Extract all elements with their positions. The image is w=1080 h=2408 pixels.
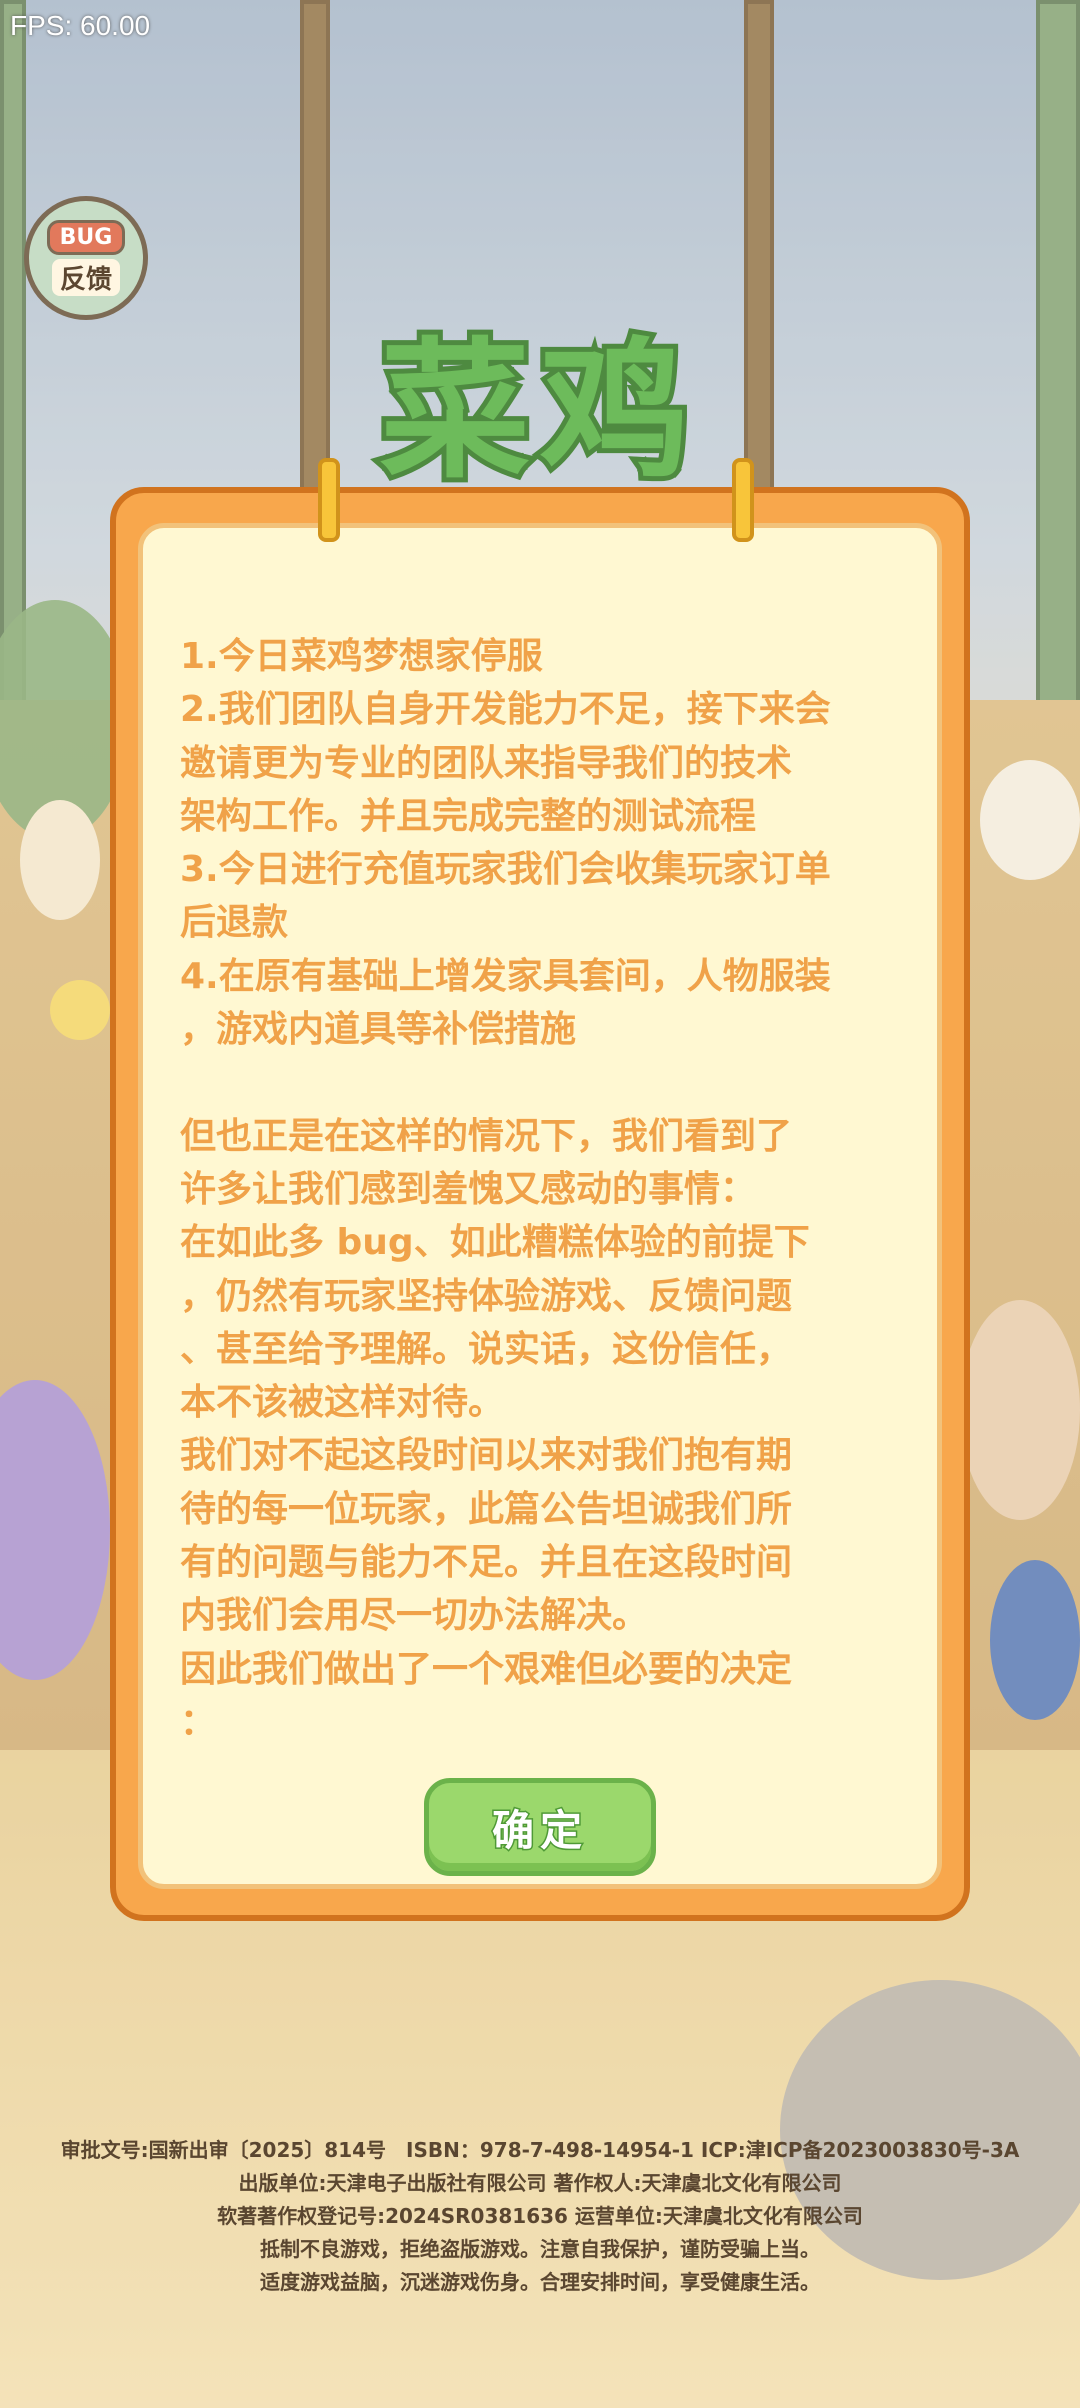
notice-line: 2.我们团队自身开发能力不足，接下来会 — [180, 689, 831, 731]
footer-line: 适度游戏益脑，沉迷游戏伤身。合理安排时间，享受健康生活。 — [260, 2270, 820, 2294]
footer-line: 软著著作权登记号:2024SR0381636 运营单位:天津虞北文化有限公司 — [217, 2204, 863, 2228]
notice-line: 、甚至给予理解。说实话，这份信任， — [180, 1328, 793, 1370]
bug-feedback-button[interactable]: BUG 反馈 — [24, 196, 148, 320]
notice-text-body: 1.今日菜鸡梦想家停服 2.我们团队自身开发能力不足，接下来会 邀请更为专业的团队来… — [180, 630, 910, 1749]
game-logo-text: 菜鸡 — [375, 320, 700, 504]
notice-line: 后退款 — [180, 902, 289, 944]
notice-line: 有的问题与能力不足。并且在这段时间 — [180, 1542, 793, 1584]
bug-icon: BUG — [46, 220, 126, 255]
confirm-button[interactable]: 确定 — [424, 1778, 656, 1876]
notice-line: ，游戏内道具等补偿措施 — [180, 1009, 577, 1051]
footer-line: 审批文号:国新出审〔2025〕814号 ISBN：978-7-498-14954… — [60, 2138, 1020, 2162]
fps-counter: FPS: 60.00 — [10, 10, 151, 41]
notice-line: ，仍然有玩家坚持体验游戏、反馈问题 — [180, 1275, 793, 1317]
dialog-clip-left — [318, 458, 340, 542]
notice-line: 1.今日菜鸡梦想家停服 — [180, 636, 543, 677]
notice-line: 邀请更为专业的团队来指导我们的技术 — [180, 742, 793, 784]
notice-line: 因此我们做出了一个艰难但必要的决定 — [180, 1648, 793, 1690]
notice-line: 本不该被这样对待。 — [180, 1382, 505, 1424]
notice-line: 待的每一位玩家，此篇公告坦诚我们所 — [180, 1488, 793, 1530]
notice-line — [180, 1056, 910, 1109]
notice-line: 在如此多 bug、如此糟糕体验的前提下 — [180, 1222, 810, 1264]
notice-line: 4.在原有基础上增发家具套间，人物服装 — [180, 955, 831, 997]
notice-line: 架构工作。并且完成完整的测试流程 — [180, 795, 757, 837]
notice-line: 但也正是在这样的情况下，我们看到了 — [180, 1115, 793, 1157]
footer-line: 抵制不良游戏，拒绝盗版游戏。注意自我保护，谨防受骗上当。 — [260, 2237, 820, 2261]
footer-line: 出版单位:天津电子出版社有限公司 著作权人:天津虞北文化有限公司 — [238, 2171, 842, 2195]
notice-line: 3.今日进行充值玩家我们会收集玩家订单 — [180, 849, 831, 891]
dialog-clip-right — [732, 458, 754, 542]
confirm-button-label: 确定 — [490, 1804, 588, 1856]
notice-line: 内我们会用尽一切办法解决。 — [180, 1595, 649, 1637]
license-footer: 审批文号:国新出审〔2025〕814号 ISBN：978-7-498-14954… — [0, 2134, 1080, 2299]
bug-feedback-label: 反馈 — [51, 259, 120, 296]
notice-line: ： — [180, 1701, 217, 1743]
notice-line: 我们对不起这段时间以来对我们抱有期 — [180, 1435, 793, 1477]
notice-line: 许多让我们感到羞愧又感动的事情： — [180, 1168, 757, 1210]
game-logo: 菜鸡 — [330, 270, 750, 504]
